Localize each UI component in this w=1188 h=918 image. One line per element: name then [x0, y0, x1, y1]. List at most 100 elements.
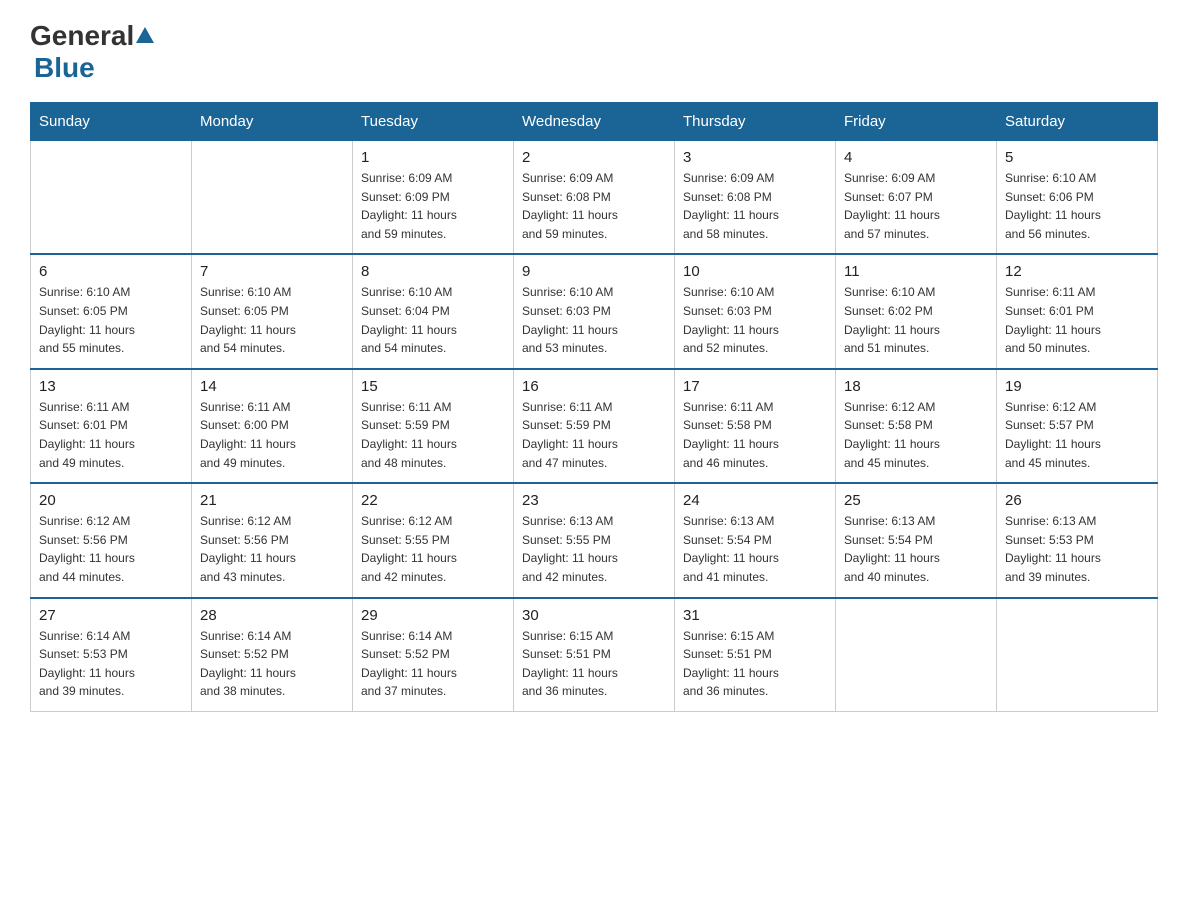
calendar-cell: 10Sunrise: 6:10 AM Sunset: 6:03 PM Dayli…	[675, 254, 836, 368]
day-info: Sunrise: 6:09 AM Sunset: 6:08 PM Dayligh…	[683, 169, 827, 243]
calendar-cell: 1 Sunrise: 6:09 AM Sunset: 6:09 PM Daylig…	[353, 141, 514, 255]
day-info: Sunrise: 6:13 AM Sunset: 5:53 PM Dayligh…	[1005, 512, 1149, 586]
day-number: 14	[200, 378, 344, 395]
week-row-5: 27 Sunrise: 6:14 AM Sunset: 5:53 PM Dayli…	[31, 598, 1158, 712]
weekday-header-sunday: Sunday	[31, 103, 192, 141]
day-info: Sunrise: 6:15 AM Sunset: 5:51 PM Dayligh…	[522, 627, 666, 701]
calendar-cell: 25 Sunrise: 6:13 AM Sunset: 5:54 PM Dayli…	[836, 483, 997, 597]
day-number: 1	[361, 149, 505, 166]
calendar-cell: 8 Sunrise: 6:10 AM Sunset: 6:04 PM Daylig…	[353, 254, 514, 368]
day-number: 6	[39, 263, 183, 280]
calendar-cell: 15Sunrise: 6:11 AM Sunset: 5:59 PM Dayli…	[353, 369, 514, 483]
day-info: Sunrise: 6:09 AM Sunset: 6:07 PM Dayligh…	[844, 169, 988, 243]
day-info: Sunrise: 6:10 AM Sunset: 6:04 PM Dayligh…	[361, 283, 505, 357]
calendar-cell: 16 Sunrise: 6:11 AM Sunset: 5:59 PM Dayli…	[514, 369, 675, 483]
calendar-cell: 6 Sunrise: 6:10 AM Sunset: 6:05 PM Daylig…	[31, 254, 192, 368]
calendar-table: SundayMondayTuesdayWednesdayThursdayFrid…	[30, 102, 1158, 712]
day-number: 31	[683, 607, 827, 624]
day-number: 4	[844, 149, 988, 166]
calendar-cell	[192, 141, 353, 255]
header: GeneralBlue	[30, 20, 1158, 84]
day-number: 22	[361, 492, 505, 509]
logo: GeneralBlue	[30, 20, 156, 84]
day-number: 16	[522, 378, 666, 395]
calendar-cell: 30 Sunrise: 6:15 AM Sunset: 5:51 PM Dayli…	[514, 598, 675, 712]
calendar-cell: 18 Sunrise: 6:12 AM Sunset: 5:58 PM Dayli…	[836, 369, 997, 483]
day-info: Sunrise: 6:12 AM Sunset: 5:57 PM Dayligh…	[1005, 398, 1149, 472]
calendar-cell: 3Sunrise: 6:09 AM Sunset: 6:08 PM Daylig…	[675, 141, 836, 255]
calendar-cell: 26Sunrise: 6:13 AM Sunset: 5:53 PM Dayli…	[997, 483, 1158, 597]
week-row-2: 6 Sunrise: 6:10 AM Sunset: 6:05 PM Daylig…	[31, 254, 1158, 368]
day-number: 17	[683, 378, 827, 395]
day-info: Sunrise: 6:12 AM Sunset: 5:56 PM Dayligh…	[200, 512, 344, 586]
day-number: 29	[361, 607, 505, 624]
calendar-cell	[31, 141, 192, 255]
calendar-cell: 17 Sunrise: 6:11 AM Sunset: 5:58 PM Dayli…	[675, 369, 836, 483]
day-info: Sunrise: 6:10 AM Sunset: 6:06 PM Dayligh…	[1005, 169, 1149, 243]
day-number: 25	[844, 492, 988, 509]
day-info: Sunrise: 6:11 AM Sunset: 5:58 PM Dayligh…	[683, 398, 827, 472]
calendar-header: SundayMondayTuesdayWednesdayThursdayFrid…	[31, 103, 1158, 141]
day-info: Sunrise: 6:11 AM Sunset: 5:59 PM Dayligh…	[522, 398, 666, 472]
calendar-cell: 13Sunrise: 6:11 AM Sunset: 6:01 PM Dayli…	[31, 369, 192, 483]
day-info: Sunrise: 6:13 AM Sunset: 5:54 PM Dayligh…	[683, 512, 827, 586]
day-number: 28	[200, 607, 344, 624]
calendar-cell: 22 Sunrise: 6:12 AM Sunset: 5:55 PM Dayli…	[353, 483, 514, 597]
calendar-cell: 4 Sunrise: 6:09 AM Sunset: 6:07 PM Daylig…	[836, 141, 997, 255]
calendar-cell: 19 Sunrise: 6:12 AM Sunset: 5:57 PM Dayli…	[997, 369, 1158, 483]
calendar-cell: 27 Sunrise: 6:14 AM Sunset: 5:53 PM Dayli…	[31, 598, 192, 712]
calendar-cell: 14 Sunrise: 6:11 AM Sunset: 6:00 PM Dayli…	[192, 369, 353, 483]
day-number: 19	[1005, 378, 1149, 395]
day-info: Sunrise: 6:11 AM Sunset: 6:01 PM Dayligh…	[1005, 283, 1149, 357]
day-info: Sunrise: 6:12 AM Sunset: 5:58 PM Dayligh…	[844, 398, 988, 472]
week-row-1: 1 Sunrise: 6:09 AM Sunset: 6:09 PM Daylig…	[31, 141, 1158, 255]
day-info: Sunrise: 6:14 AM Sunset: 5:53 PM Dayligh…	[39, 627, 183, 701]
calendar-cell: 9 Sunrise: 6:10 AM Sunset: 6:03 PM Daylig…	[514, 254, 675, 368]
day-number: 23	[522, 492, 666, 509]
day-number: 20	[39, 492, 183, 509]
day-info: Sunrise: 6:11 AM Sunset: 6:00 PM Dayligh…	[200, 398, 344, 472]
weekday-header-wednesday: Wednesday	[514, 103, 675, 141]
day-number: 2	[522, 149, 666, 166]
day-info: Sunrise: 6:12 AM Sunset: 5:56 PM Dayligh…	[39, 512, 183, 586]
calendar-cell: 12 Sunrise: 6:11 AM Sunset: 6:01 PM Dayli…	[997, 254, 1158, 368]
week-row-4: 20 Sunrise: 6:12 AM Sunset: 5:56 PM Dayli…	[31, 483, 1158, 597]
day-info: Sunrise: 6:10 AM Sunset: 6:05 PM Dayligh…	[39, 283, 183, 357]
calendar-cell: 21 Sunrise: 6:12 AM Sunset: 5:56 PM Dayli…	[192, 483, 353, 597]
day-number: 27	[39, 607, 183, 624]
day-number: 24	[683, 492, 827, 509]
day-number: 9	[522, 263, 666, 280]
day-info: Sunrise: 6:15 AM Sunset: 5:51 PM Dayligh…	[683, 627, 827, 701]
day-number: 11	[844, 263, 988, 280]
weekday-header-thursday: Thursday	[675, 103, 836, 141]
day-info: Sunrise: 6:13 AM Sunset: 5:54 PM Dayligh…	[844, 512, 988, 586]
weekday-header-monday: Monday	[192, 103, 353, 141]
calendar-cell: 23Sunrise: 6:13 AM Sunset: 5:55 PM Dayli…	[514, 483, 675, 597]
calendar-cell: 5 Sunrise: 6:10 AM Sunset: 6:06 PM Daylig…	[997, 141, 1158, 255]
calendar-cell: 29 Sunrise: 6:14 AM Sunset: 5:52 PM Dayli…	[353, 598, 514, 712]
calendar-cell: 28Sunrise: 6:14 AM Sunset: 5:52 PM Dayli…	[192, 598, 353, 712]
day-number: 5	[1005, 149, 1149, 166]
day-number: 13	[39, 378, 183, 395]
logo-triangle-icon	[134, 25, 156, 47]
weekday-header-saturday: Saturday	[997, 103, 1158, 141]
day-number: 10	[683, 263, 827, 280]
logo-general: General	[30, 20, 134, 52]
day-info: Sunrise: 6:14 AM Sunset: 5:52 PM Dayligh…	[361, 627, 505, 701]
day-number: 12	[1005, 263, 1149, 280]
day-info: Sunrise: 6:09 AM Sunset: 6:08 PM Dayligh…	[522, 169, 666, 243]
day-info: Sunrise: 6:10 AM Sunset: 6:02 PM Dayligh…	[844, 283, 988, 357]
day-info: Sunrise: 6:12 AM Sunset: 5:55 PM Dayligh…	[361, 512, 505, 586]
day-number: 8	[361, 263, 505, 280]
calendar-cell: 31 Sunrise: 6:15 AM Sunset: 5:51 PM Dayli…	[675, 598, 836, 712]
calendar-cell	[836, 598, 997, 712]
day-number: 18	[844, 378, 988, 395]
day-number: 7	[200, 263, 344, 280]
day-info: Sunrise: 6:10 AM Sunset: 6:03 PM Dayligh…	[522, 283, 666, 357]
day-info: Sunrise: 6:09 AM Sunset: 6:09 PM Dayligh…	[361, 169, 505, 243]
day-number: 21	[200, 492, 344, 509]
calendar-cell: 11 Sunrise: 6:10 AM Sunset: 6:02 PM Dayli…	[836, 254, 997, 368]
calendar-body: 1 Sunrise: 6:09 AM Sunset: 6:09 PM Daylig…	[31, 141, 1158, 712]
week-row-3: 13Sunrise: 6:11 AM Sunset: 6:01 PM Dayli…	[31, 369, 1158, 483]
day-number: 30	[522, 607, 666, 624]
